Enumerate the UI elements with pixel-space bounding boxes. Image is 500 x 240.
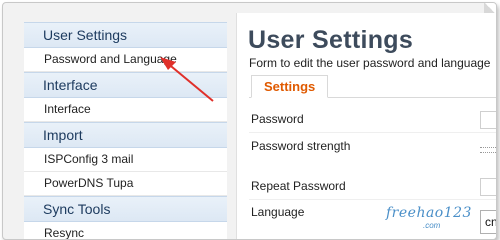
password-label: Password: [251, 112, 304, 126]
sidebar-item-powerdns-tupa[interactable]: PowerDNS Tupa: [24, 172, 227, 196]
tab-bar: Settings: [249, 75, 496, 98]
password-field[interactable]: [480, 111, 496, 129]
page-corner: [484, 3, 496, 13]
tab-settings[interactable]: Settings: [251, 75, 329, 98]
sidebar-section-user-settings[interactable]: User Settings: [24, 22, 227, 48]
watermark-suffix: .com: [423, 221, 441, 230]
sidebar: User Settings Password and Language Inte…: [24, 22, 227, 239]
row-divider: [249, 132, 496, 133]
page-title: User Settings: [248, 26, 414, 54]
repeat-password-label: Repeat Password: [251, 179, 346, 193]
sidebar-item-password-and-language[interactable]: Password and Language: [24, 48, 227, 72]
sidebar-section-import[interactable]: Import: [24, 122, 227, 148]
watermark-text: freehao123: [386, 205, 472, 221]
repeat-password-field[interactable]: [480, 178, 496, 196]
row-divider: [249, 199, 496, 200]
language-label: Language: [251, 205, 305, 219]
sidebar-section-sync-tools[interactable]: Sync Tools: [24, 196, 227, 222]
sidebar-item-resync[interactable]: Resync: [24, 222, 227, 239]
sidebar-section-interface[interactable]: Interface: [24, 72, 227, 98]
password-strength-label: Password strength: [251, 139, 351, 153]
password-strength-meter: [480, 147, 496, 153]
language-select[interactable]: cn: [480, 210, 496, 234]
sidebar-item-interface[interactable]: Interface: [24, 98, 227, 122]
sidebar-item-ispconfig-mail[interactable]: ISPConfig 3 mail: [24, 148, 227, 172]
screenshot-frame: User Settings Password and Language Inte…: [2, 2, 497, 240]
page-subtitle: Form to edit the user password and langu…: [249, 56, 491, 70]
